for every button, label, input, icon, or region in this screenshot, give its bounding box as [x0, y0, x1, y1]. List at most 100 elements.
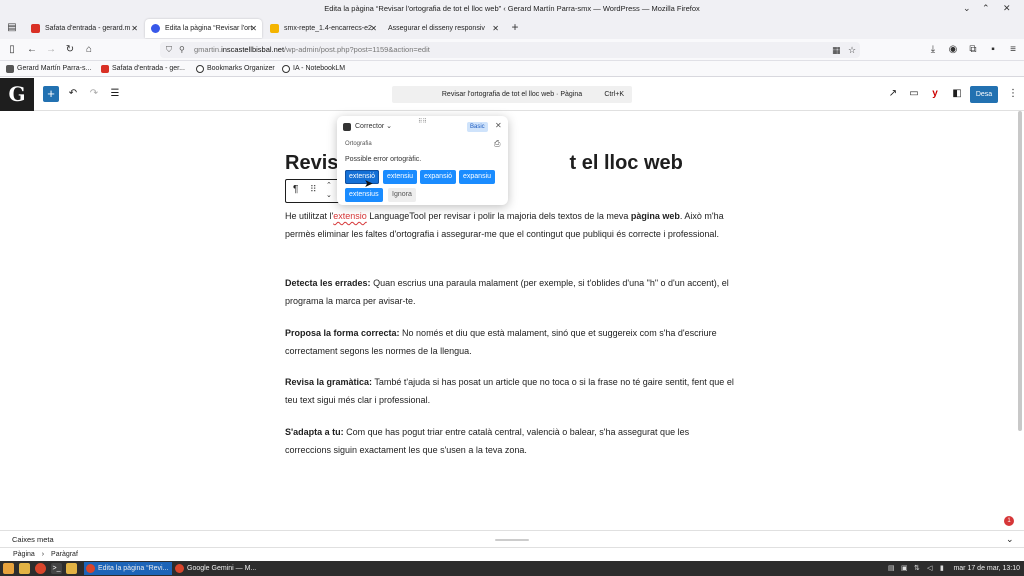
- close-window-icon[interactable]: ✕: [1003, 0, 1011, 17]
- puzzle-icon[interactable]: ⧉: [966, 43, 980, 57]
- ignore-button[interactable]: Ignora: [388, 188, 416, 202]
- bold-text: S'adapta a tu:: [285, 427, 344, 437]
- breadcrumb-page[interactable]: Pàgina: [13, 551, 35, 558]
- paragraph-icon[interactable]: ¶: [293, 184, 298, 195]
- url-bar[interactable]: ⛉ ⚲ gmartin.inscastellbisbal.net/wp-admi…: [160, 42, 860, 58]
- close-icon[interactable]: ✕: [495, 121, 502, 130]
- bookmark-star-icon[interactable]: ☆: [848, 42, 856, 58]
- new-tab-icon[interactable]: +: [508, 20, 522, 34]
- paragraph-proposa[interactable]: Proposa la forma correcta: No només et d…: [285, 325, 737, 360]
- languagetool-logo-icon: [343, 123, 351, 131]
- folder-icon[interactable]: [66, 563, 77, 574]
- notification-badge[interactable]: 1: [1004, 516, 1014, 526]
- gmail-icon: [101, 65, 109, 73]
- start-menu-icon[interactable]: [3, 563, 14, 574]
- home-icon[interactable]: ⌂: [82, 43, 96, 57]
- resize-handle[interactable]: [495, 539, 529, 541]
- suggestion-button[interactable]: extensius: [345, 188, 383, 202]
- bookmark-gmail[interactable]: Safata d'entrada - ger...: [101, 64, 185, 74]
- tab-gmail[interactable]: Safata d'entrada - gerard.m ✕: [25, 19, 143, 38]
- undo-icon[interactable]: ↶: [66, 87, 80, 101]
- yoast-icon[interactable]: y: [928, 87, 942, 101]
- window-title: Edita la pàgina “Revisar l'ortografia de…: [324, 4, 700, 13]
- download-icon[interactable]: ⤓: [926, 43, 940, 57]
- tab-list-icon[interactable]: ▤: [5, 21, 19, 35]
- command-bar-label: Revisar l'ortografia de tot el lloc web …: [441, 91, 583, 98]
- add-block-button[interactable]: +: [43, 86, 59, 102]
- bookmark-label: Gerard Martín Parra-s...: [17, 65, 92, 72]
- meta-boxes-panel[interactable]: Caixes meta ⌄: [0, 530, 1024, 547]
- editor-scrollbar[interactable]: [1018, 111, 1022, 431]
- move-up-icon[interactable]: ⌃: [326, 181, 332, 189]
- bold-text: Proposa la forma correcta:: [285, 328, 400, 338]
- firefox-icon[interactable]: [35, 563, 46, 574]
- corrector-dropdown[interactable]: Corrector ⌄: [343, 122, 392, 132]
- tab-label: Assegurar el disseny responsiv: [388, 25, 485, 32]
- extensions-grid-icon[interactable]: ▦: [832, 42, 841, 58]
- terminal-icon[interactable]: >_: [51, 563, 62, 574]
- page-title-end: t el lloc web: [569, 152, 683, 174]
- preview-device-icon[interactable]: ▭: [907, 87, 921, 101]
- sidebar-icon[interactable]: ▯: [5, 43, 19, 57]
- menu-icon[interactable]: ≡: [1006, 43, 1020, 57]
- drag-grip-icon[interactable]: ⠿⠿: [418, 118, 427, 125]
- close-tab-icon[interactable]: ✕: [131, 19, 138, 38]
- move-down-icon[interactable]: ⌄: [326, 191, 332, 199]
- updates-icon[interactable]: ▣: [901, 564, 908, 572]
- file-manager-icon[interactable]: [19, 563, 30, 574]
- firefox-icon: [175, 564, 184, 573]
- battery-icon[interactable]: ▮: [940, 564, 944, 572]
- minimize-icon[interactable]: ⌄: [963, 0, 971, 17]
- dictionary-icon[interactable]: ⎙: [494, 139, 500, 149]
- network-icon[interactable]: ⇅: [914, 564, 920, 572]
- chevron-down-icon[interactable]: ⌄: [1006, 531, 1014, 548]
- paragraph-detecta[interactable]: Detecta les errades: Quan escrius una pa…: [285, 275, 737, 310]
- drag-handle-icon[interactable]: ⠿: [310, 184, 317, 195]
- breadcrumb-block[interactable]: Paràgraf: [51, 551, 78, 558]
- bookmark-organizer[interactable]: Bookmarks Organizer: [196, 64, 275, 74]
- close-tab-icon[interactable]: ✕: [250, 19, 257, 38]
- command-palette-button[interactable]: Revisar l'ortografia de tot el lloc web …: [392, 86, 632, 103]
- suggestion-button[interactable]: expansió: [420, 170, 457, 184]
- suggestion-button[interactable]: expansiu: [459, 170, 496, 184]
- bookmarks-bar: Gerard Martín Parra-s... Safata d'entrad…: [0, 61, 1024, 77]
- options-menu-icon[interactable]: ⋮: [1006, 87, 1020, 101]
- bookmark-gerard[interactable]: Gerard Martín Parra-s...: [6, 64, 91, 74]
- clipboard-icon[interactable]: ▤: [888, 564, 895, 572]
- languagetool-popup: ⠿⠿ Corrector ⌄ Basic ✕ Ortografia ⎙ Poss…: [337, 116, 508, 205]
- taskbar-task-gemini[interactable]: Google Gemini — M...: [173, 562, 268, 575]
- site-info-icon[interactable]: ⚲: [179, 42, 185, 58]
- redo-icon[interactable]: ↷: [87, 87, 101, 101]
- save-button[interactable]: Desa: [970, 86, 998, 103]
- paragraph-intro[interactable]: He utilitzat l'extensio LanguageTool per…: [285, 208, 737, 243]
- tab-responsive[interactable]: Assegurar el disseny responsiv ✕: [372, 19, 504, 38]
- shield-icon[interactable]: ⛉: [166, 42, 172, 58]
- drive-icon: [270, 24, 279, 33]
- clock[interactable]: mar 17 de mar, 13:10: [953, 561, 1020, 576]
- reload-icon[interactable]: ↻: [63, 43, 77, 57]
- site-logo-icon[interactable]: G: [0, 78, 34, 111]
- document-overview-icon[interactable]: ☰: [108, 87, 122, 101]
- taskbar-task-firefox[interactable]: Edita la pàgina “Revi...: [84, 562, 172, 575]
- back-icon[interactable]: ←: [25, 43, 39, 57]
- close-tab-icon[interactable]: ✕: [492, 19, 499, 38]
- mute-icon[interactable]: ◁: [927, 564, 932, 572]
- tab-drive[interactable]: smx-repte_1.4-encarrecs-e2 ✕: [264, 19, 382, 38]
- tab-wordpress-editor[interactable]: Edita la pàgina “Revisar l'ort ✕: [145, 19, 262, 38]
- settings-sidebar-icon[interactable]: ◧: [950, 87, 964, 101]
- forward-icon[interactable]: →: [44, 43, 58, 57]
- paragraph-revisa[interactable]: Revisa la gramàtica: També t'ajuda si ha…: [285, 374, 737, 409]
- maximize-icon[interactable]: ⌃: [982, 0, 990, 17]
- spelling-error[interactable]: extensio: [333, 211, 367, 221]
- paragraph-adapta[interactable]: S'adapta a tu: Com que has pogut triar e…: [285, 424, 737, 459]
- account-icon[interactable]: ◉: [946, 43, 960, 57]
- suggestion-button[interactable]: extensiu: [383, 170, 418, 184]
- apps-icon[interactable]: ▪: [986, 43, 1000, 57]
- url-domain: inscastellbisbal.net: [221, 45, 285, 54]
- suggestion-button[interactable]: extensió: [345, 170, 380, 184]
- globe-icon: [282, 65, 290, 73]
- error-message: Possible error ortogràfic.: [345, 156, 422, 163]
- bookmark-notebooklm[interactable]: IA - NotebookLM: [282, 64, 345, 74]
- text: Com que has pogut triar entre català cen…: [285, 427, 690, 455]
- view-page-icon[interactable]: ↗: [886, 87, 900, 101]
